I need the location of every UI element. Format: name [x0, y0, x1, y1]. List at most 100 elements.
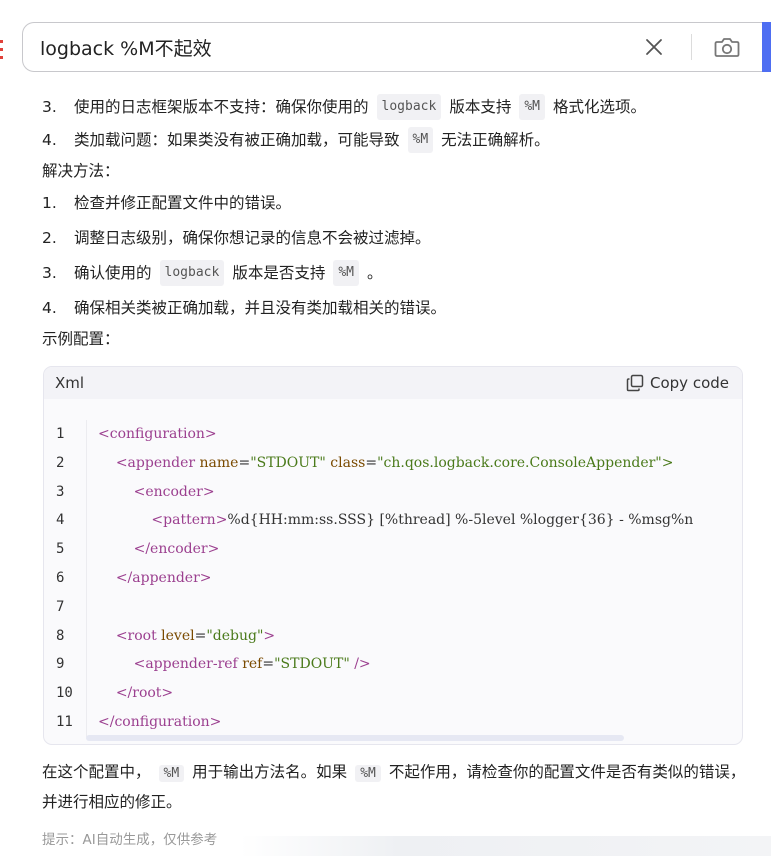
search-bar — [22, 22, 762, 72]
list-text: 。 — [366, 263, 383, 282]
line-number: 4 — [56, 512, 65, 529]
inline-code: %M — [355, 765, 381, 782]
search-button-edge[interactable] — [762, 22, 771, 72]
line-number: 1 — [56, 426, 65, 442]
summary-paragraph: 在这个配置中， %M 用于输出方法名。如果 %M 不起作用，请检查你的配置文件是否有类似… — [42, 758, 747, 817]
code-token: class — [330, 454, 366, 471]
list-text: 确保相关类被正确加载，并且没有类加载相关的错误。 — [74, 298, 447, 317]
list-number: 4. — [42, 298, 57, 317]
code-token: = — [262, 656, 275, 673]
list-text: 类加载问题：如果类没有被正确加载，可能导致 — [74, 130, 400, 149]
copy-code-label: Copy code — [650, 374, 729, 392]
line-number: 2 — [56, 454, 65, 471]
code-line: <root level="debug"> — [98, 622, 742, 651]
code-token: name — [199, 454, 239, 471]
inline-code: %M — [158, 765, 185, 782]
line-number: 10 — [56, 685, 73, 702]
list-text: 版本支持 — [449, 98, 512, 116]
code-line: </encoder> — [98, 535, 742, 564]
line-number: 5 — [56, 541, 65, 558]
copy-code-button[interactable]: Copy code — [626, 374, 729, 392]
solutions-heading: 解决方法： — [42, 162, 120, 180]
cause-item: 3. 使用的日志框架版本不支持：确保你使用的 logback 版本支持 %M 格… — [42, 92, 747, 122]
list-number: 3. — [42, 263, 57, 282]
list-text: 格式化选项。 — [552, 98, 646, 116]
list-text: 确认使用的 — [74, 263, 152, 282]
code-language-label: Xml — [55, 374, 85, 392]
code-token: "STDOUT" — [250, 454, 326, 471]
code-token: "STDOUT" — [274, 656, 350, 673]
ai-disclaimer: 提示：AI自动生成，仅供参考 — [42, 832, 218, 848]
horizontal-scrollbar[interactable] — [86, 735, 624, 741]
code-line: </root> — [98, 679, 742, 708]
camera-search-button[interactable] — [712, 32, 742, 62]
code-token: /> — [349, 656, 371, 673]
code-token: </configuration> — [98, 713, 222, 730]
code-token: </root> — [115, 685, 174, 702]
code-token: %d{HH:mm:ss.SSS} [%thread] %-5level %log… — [227, 512, 694, 529]
code-token: "ch.qos.logback.core.ConsoleAppender"> — [377, 454, 674, 471]
code-token: <root — [115, 627, 162, 644]
left-edge-marker — [0, 40, 4, 68]
code-token: > — [263, 627, 276, 644]
cause-item: 4. 类加载问题：如果类没有被正确加载，可能导致 %M 无法正确解析。 — [42, 122, 747, 157]
list-number: 2. — [42, 228, 57, 247]
code-token: = — [238, 454, 251, 471]
solution-item: 4. 确保相关类被正确加载，并且没有类加载相关的错误。 — [42, 290, 747, 325]
camera-icon — [714, 38, 740, 57]
line-number: 6 — [56, 569, 65, 586]
code-token: "debug" — [206, 627, 264, 644]
search-input[interactable] — [23, 23, 639, 71]
list-text: 调整日志级别，确保你想记录的信息不会被过滤掉。 — [74, 228, 431, 247]
list-text: 无法正确解析。 — [441, 130, 550, 149]
inline-code: logback — [376, 94, 442, 120]
search-divider — [691, 34, 692, 60]
solution-item: 2. 调整日志级别，确保你想记录的信息不会被过滤掉。 — [42, 220, 747, 255]
line-number-gutter: 1 2 3 4 5 6 7 8 9 10 11 — [44, 420, 86, 737]
close-icon — [646, 39, 662, 55]
list-number: 4. — [42, 130, 57, 149]
code-token: <configuration> — [98, 426, 217, 442]
list-text: 检查并修正配置文件中的错误。 — [74, 193, 292, 212]
code-line: <appender name="STDOUT" class="ch.qos.lo… — [98, 449, 742, 478]
code-token: ref — [242, 656, 263, 673]
code-token: </encoder> — [133, 541, 220, 558]
code-lines: <configuration> <appender name="STDOUT" … — [86, 420, 742, 737]
solution-item: 3. 确认使用的 logback 版本是否支持 %M 。 — [42, 255, 747, 290]
code-token: level — [161, 627, 195, 644]
list-text: 版本是否支持 — [232, 263, 326, 282]
inline-code: %M — [519, 94, 545, 120]
code-line: </configuration> — [98, 708, 742, 737]
inline-code: %M — [333, 259, 359, 286]
line-number: 3 — [56, 483, 65, 500]
code-line: </appender> — [98, 564, 742, 593]
code-token: <appender-ref — [133, 656, 243, 673]
inline-code: logback — [159, 259, 225, 286]
summary-text: 用于输出方法名。如果 — [192, 763, 348, 781]
code-token: </appender> — [115, 569, 212, 586]
answer-content: 3. 使用的日志框架版本不支持：确保你使用的 logback 版本支持 %M 格… — [42, 92, 747, 353]
code-body: 1 2 3 4 5 6 7 8 9 10 11 <configuration> <appender … — [44, 399, 742, 737]
line-number: 11 — [56, 713, 73, 730]
list-text: 使用的日志框架版本不支持：确保你使用的 — [74, 98, 369, 116]
clear-button[interactable] — [639, 32, 669, 62]
solution-item: 1. 检查并修正配置文件中的错误。 — [42, 185, 747, 220]
line-number: 7 — [56, 598, 65, 615]
code-token: = — [365, 454, 378, 471]
example-heading: 示例配置： — [42, 330, 120, 348]
code-block-header: Xml Copy code — [44, 367, 742, 399]
bottom-watermark-band — [240, 836, 771, 856]
code-token: <appender — [115, 454, 200, 471]
code-block: Xml Copy code 1 2 3 4 5 6 7 8 9 10 11 <configurati… — [43, 366, 743, 745]
line-number: 9 — [56, 656, 65, 673]
inline-code: %M — [407, 126, 434, 153]
code-line: <encoder> — [98, 478, 742, 507]
code-line: <pattern>%d{HH:mm:ss.SSS} [%thread] %-5l… — [98, 506, 742, 535]
